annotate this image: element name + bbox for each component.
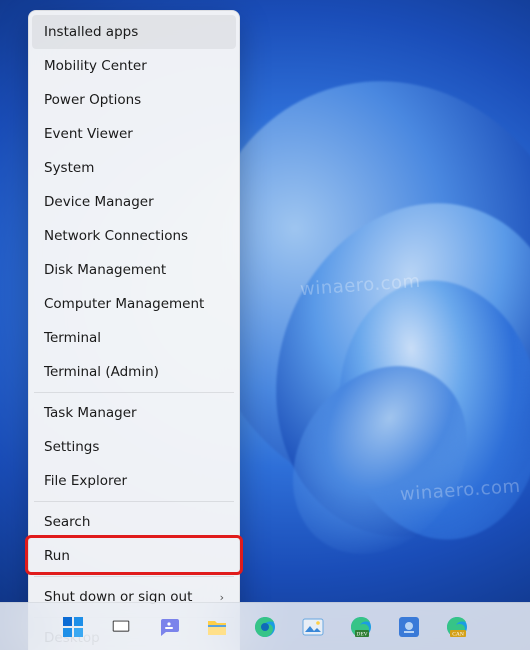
menu-item-terminal[interactable]: Terminal bbox=[32, 321, 236, 355]
file-explorer-button[interactable] bbox=[197, 607, 237, 647]
menu-item-computer-management[interactable]: Computer Management bbox=[32, 287, 236, 321]
photos-icon bbox=[301, 615, 325, 639]
edge-canary-icon: CAN bbox=[445, 615, 469, 639]
menu-item-run[interactable]: Run bbox=[32, 539, 236, 573]
edge-canary-button[interactable]: CAN bbox=[437, 607, 477, 647]
menu-item-label: Device Manager bbox=[44, 194, 154, 210]
menu-item-label: Event Viewer bbox=[44, 126, 133, 142]
menu-item-power-options[interactable]: Power Options bbox=[32, 83, 236, 117]
menu-item-installed-apps[interactable]: Installed apps bbox=[32, 15, 236, 49]
desktop: winaero.com winaero.com winaero.com Inst… bbox=[0, 0, 530, 650]
winx-context-menu: Installed apps Mobility Center Power Optio… bbox=[28, 10, 240, 650]
edge-dev-button[interactable]: DEV bbox=[341, 607, 381, 647]
file-explorer-icon bbox=[205, 615, 229, 639]
task-view-button[interactable] bbox=[101, 607, 141, 647]
chat-icon bbox=[157, 615, 181, 639]
start-button[interactable] bbox=[53, 607, 93, 647]
chat-button[interactable] bbox=[149, 607, 189, 647]
menu-item-network-connections[interactable]: Network Connections bbox=[32, 219, 236, 253]
menu-separator bbox=[34, 576, 234, 577]
menu-separator bbox=[34, 501, 234, 502]
menu-item-label: System bbox=[44, 160, 94, 176]
menu-item-label: Network Connections bbox=[44, 228, 188, 244]
edge-button[interactable] bbox=[245, 607, 285, 647]
menu-item-label: Power Options bbox=[44, 92, 141, 108]
svg-text:CAN: CAN bbox=[452, 631, 464, 637]
start-icon bbox=[61, 615, 85, 639]
menu-item-event-viewer[interactable]: Event Viewer bbox=[32, 117, 236, 151]
photos-button[interactable] bbox=[293, 607, 333, 647]
menu-separator bbox=[34, 392, 234, 393]
edge-dev-icon: DEV bbox=[349, 615, 373, 639]
svg-text:DEV: DEV bbox=[356, 631, 367, 637]
menu-item-label: Terminal bbox=[44, 330, 101, 346]
menu-item-label: Settings bbox=[44, 439, 99, 455]
taskbar: DEV CAN bbox=[0, 602, 530, 650]
menu-item-label: Computer Management bbox=[44, 296, 204, 312]
menu-item-file-explorer[interactable]: File Explorer bbox=[32, 464, 236, 498]
edge-icon bbox=[253, 615, 277, 639]
menu-item-label: Run bbox=[44, 548, 70, 564]
menu-item-label: Mobility Center bbox=[44, 58, 147, 74]
menu-item-label: File Explorer bbox=[44, 473, 127, 489]
menu-item-task-manager[interactable]: Task Manager bbox=[32, 396, 236, 430]
menu-item-settings[interactable]: Settings bbox=[32, 430, 236, 464]
menu-item-label: Disk Management bbox=[44, 262, 166, 278]
menu-item-disk-management[interactable]: Disk Management bbox=[32, 253, 236, 287]
menu-item-label: Task Manager bbox=[44, 405, 137, 421]
menu-item-label: Terminal (Admin) bbox=[44, 364, 159, 380]
menu-item-system[interactable]: System bbox=[32, 151, 236, 185]
task-view-icon bbox=[110, 616, 132, 638]
menu-item-mobility-center[interactable]: Mobility Center bbox=[32, 49, 236, 83]
menu-item-device-manager[interactable]: Device Manager bbox=[32, 185, 236, 219]
menu-item-label: Search bbox=[44, 514, 90, 530]
pinned-app-1[interactable] bbox=[389, 607, 429, 647]
menu-item-search[interactable]: Search bbox=[32, 505, 236, 539]
app-1-icon bbox=[397, 615, 421, 639]
menu-item-terminal-admin[interactable]: Terminal (Admin) bbox=[32, 355, 236, 389]
menu-item-label: Installed apps bbox=[44, 24, 138, 40]
